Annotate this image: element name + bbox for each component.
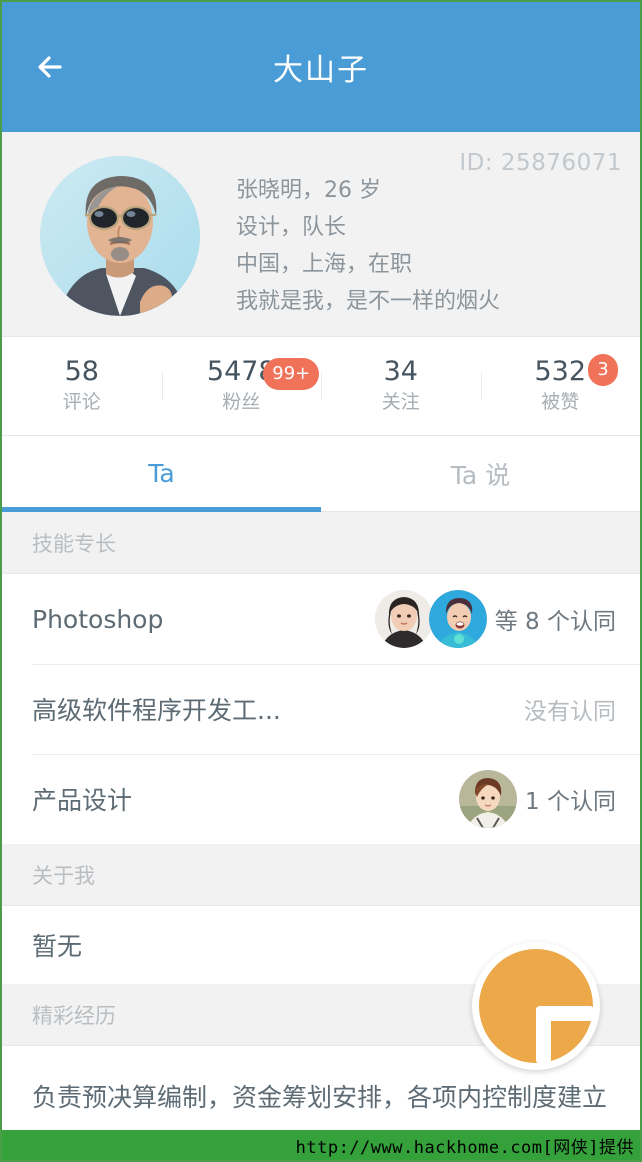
- stat-following-label: 关注: [381, 391, 420, 413]
- skill-row-software-engineer[interactable]: 高级软件程序开发工... 没有认同: [2, 664, 640, 754]
- profile-line-signature: 我就是我，是不一样的烟火: [236, 289, 501, 314]
- arrow-left-icon: [30, 47, 70, 87]
- endorser-avatar[interactable]: [459, 770, 518, 828]
- section-header-skills: 技能专长: [2, 512, 640, 574]
- stat-comments-value: 58: [64, 356, 99, 387]
- profile-section: ID: 25876071 张晓明，26 岁 设计，队长 中国，上海，在职 我就是…: [2, 132, 640, 336]
- page-title: 大山子: [273, 53, 369, 88]
- profile-line-role: 设计，队长: [236, 215, 347, 240]
- endorser-avatars: [374, 590, 487, 648]
- endorser-avatar[interactable]: [374, 590, 433, 648]
- stats-bar: 58 评论 99+ 5478 粉丝 34 关注 3 532 被赞: [2, 336, 640, 436]
- app-header: 大山子: [2, 2, 640, 132]
- skill-row-photoshop[interactable]: Photoshop 等 8 个认同: [2, 574, 640, 664]
- stat-following-value: 34: [383, 356, 418, 387]
- tab-ta-say[interactable]: Ta 说: [321, 436, 640, 511]
- skill-endorsements: 等 8 个认同: [374, 590, 616, 648]
- endorser-avatar-image-1: [374, 590, 433, 648]
- section-header-about: 关于我: [2, 844, 640, 906]
- skill-endorsements: 没有认同: [524, 692, 616, 726]
- endorsement-count: 等 8 个认同: [494, 609, 616, 635]
- stat-comments[interactable]: 58 评论: [2, 356, 162, 416]
- avatar[interactable]: [40, 156, 200, 316]
- endorser-avatar[interactable]: [428, 590, 487, 648]
- user-id-label: ID: 25876071: [459, 150, 622, 176]
- stat-comments-label: 评论: [62, 391, 101, 413]
- profile-details: 张晓明，26 岁 设计，队长 中国，上海，在职 我就是我，是不一样的烟火: [236, 156, 618, 320]
- stat-liked[interactable]: 3 532 被赞: [480, 354, 641, 416]
- stat-fans-label: 粉丝: [222, 391, 261, 413]
- endorser-avatar-image-3: [459, 770, 518, 828]
- app-screen: 大山子 ID: 25876071 张晓明，26 岁 设计，队长 中国，上海，在职…: [0, 0, 642, 1162]
- watermark-text: http://www.hackhome.com[网侠]提供: [295, 1137, 634, 1158]
- endorsement-count: 1 个认同: [525, 789, 616, 815]
- skill-endorsements: 1 个认同: [459, 770, 616, 828]
- stat-fans-badge: 99+: [263, 358, 320, 390]
- stat-fans[interactable]: 99+ 5478 粉丝: [161, 356, 322, 416]
- avatar-image: [40, 156, 200, 316]
- stat-liked-label: 被赞: [541, 391, 580, 413]
- back-button[interactable]: [22, 39, 78, 95]
- skill-title: 产品设计: [32, 786, 133, 815]
- endorser-avatars: [459, 770, 518, 828]
- skills-list: Photoshop 等 8 个认同 高级软件程序开发工... 没有认同 产品设计…: [2, 574, 640, 844]
- watermark-bar: http://www.hackhome.com[网侠]提供: [2, 1130, 640, 1160]
- skill-row-product-design[interactable]: 产品设计 1 个认同: [2, 754, 640, 844]
- profile-line-location: 中国，上海，在职: [236, 252, 413, 277]
- endorser-avatar-image-2: [428, 590, 487, 648]
- stat-following[interactable]: 34 关注: [321, 356, 481, 416]
- about-text: 暂无: [32, 932, 83, 961]
- skill-title: Photoshop: [32, 604, 164, 634]
- tab-ta[interactable]: Ta: [2, 436, 321, 512]
- profile-line-name-age: 张晓明，26 岁: [236, 178, 381, 203]
- endorsement-count: 没有认同: [524, 699, 616, 725]
- add-button[interactable]: [472, 942, 600, 1070]
- stat-liked-badge: 3: [588, 354, 618, 386]
- skill-title: 高级软件程序开发工...: [32, 696, 281, 725]
- tab-bar: Ta Ta 说: [2, 436, 640, 512]
